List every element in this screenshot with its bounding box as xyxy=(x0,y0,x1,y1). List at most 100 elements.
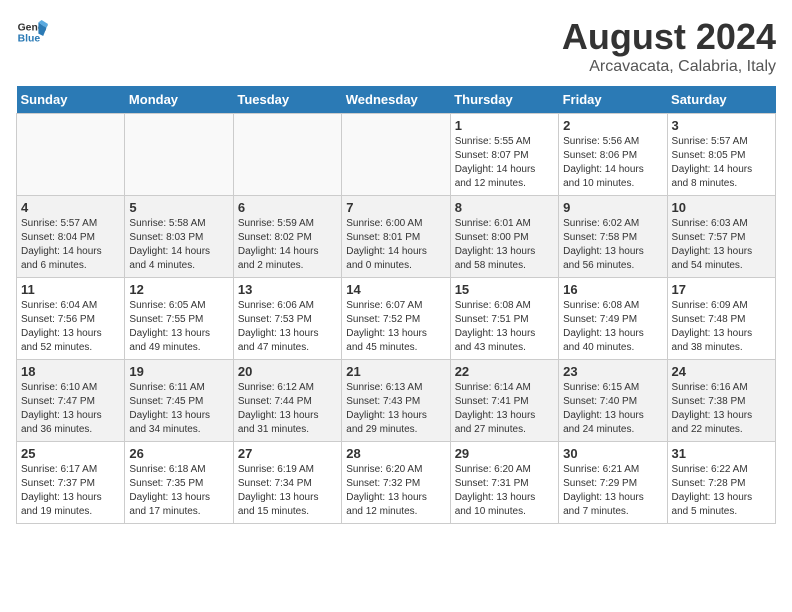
day-info: Sunrise: 6:21 AM Sunset: 7:29 PM Dayligh… xyxy=(563,463,662,519)
weekday-row: SundayMondayTuesdayWednesdayThursdayFrid… xyxy=(17,86,776,114)
day-info: Sunrise: 6:20 AM Sunset: 7:32 PM Dayligh… xyxy=(346,463,445,519)
day-info: Sunrise: 6:13 AM Sunset: 7:43 PM Dayligh… xyxy=(346,381,445,437)
logo: General Blue xyxy=(16,16,48,48)
calendar-cell: 5 Sunrise: 5:58 AM Sunset: 8:03 PM Daylig… xyxy=(125,196,233,278)
calendar-cell: 29Sunrise: 6:20 AM Sunset: 7:31 PM Dayli… xyxy=(450,442,558,524)
day-number: 11 xyxy=(21,282,120,297)
day-number: 20 xyxy=(238,364,337,379)
day-number: 7 xyxy=(346,200,445,215)
calendar-cell: 7Sunrise: 6:00 AM Sunset: 8:01 PM Daylig… xyxy=(342,196,450,278)
day-number: 24 xyxy=(672,364,771,379)
day-number: 10 xyxy=(672,200,771,215)
calendar-cell: 6 Sunrise: 5:59 AM Sunset: 8:02 PM Daylig… xyxy=(233,196,341,278)
day-number: 16 xyxy=(563,282,662,297)
day-number: 9 xyxy=(563,200,662,215)
calendar-cell: 22 Sunrise: 6:14 AM Sunset: 7:41 PM Dayli… xyxy=(450,360,558,442)
calendar-cell: 4 Sunrise: 5:57 AM Sunset: 8:04 PM Daylig… xyxy=(17,196,125,278)
day-number: 17 xyxy=(672,282,771,297)
day-number: 3 xyxy=(672,118,771,133)
day-number: 26 xyxy=(129,446,228,461)
day-number: 28 xyxy=(346,446,445,461)
day-info: Sunrise: 6:18 AM Sunset: 7:35 PM Dayligh… xyxy=(129,463,228,519)
weekday-header: Tuesday xyxy=(233,86,341,114)
day-number: 8 xyxy=(455,200,554,215)
calendar-cell: 24 Sunrise: 6:16 AM Sunset: 7:38 PM Dayli… xyxy=(667,360,775,442)
calendar-cell xyxy=(17,114,125,196)
calendar-cell: 1Sunrise: 5:55 AM Sunset: 8:07 PM Daylig… xyxy=(450,114,558,196)
calendar-week-row: 18Sunrise: 6:10 AM Sunset: 7:47 PM Dayli… xyxy=(17,360,776,442)
day-number: 29 xyxy=(455,446,554,461)
page-subtitle: Arcavacata, Calabria, Italy xyxy=(562,58,776,76)
day-number: 31 xyxy=(672,446,771,461)
calendar-cell: 20 Sunrise: 6:12 AM Sunset: 7:44 PM Dayli… xyxy=(233,360,341,442)
weekday-header: Saturday xyxy=(667,86,775,114)
weekday-header: Monday xyxy=(125,86,233,114)
calendar-cell: 2 Sunrise: 5:56 AM Sunset: 8:06 PM Daylig… xyxy=(559,114,667,196)
day-info: Sunrise: 6:05 AM Sunset: 7:55 PM Dayligh… xyxy=(129,299,228,355)
day-info: Sunrise: 6:02 AM Sunset: 7:58 PM Dayligh… xyxy=(563,217,662,273)
calendar-cell: 12 Sunrise: 6:05 AM Sunset: 7:55 PM Dayli… xyxy=(125,278,233,360)
day-info: Sunrise: 5:57 AM Sunset: 8:04 PM Dayligh… xyxy=(21,217,120,273)
weekday-header: Thursday xyxy=(450,86,558,114)
day-info: Sunrise: 5:59 AM Sunset: 8:02 PM Dayligh… xyxy=(238,217,337,273)
calendar-table: SundayMondayTuesdayWednesdayThursdayFrid… xyxy=(16,86,776,524)
day-number: 12 xyxy=(129,282,228,297)
day-info: Sunrise: 6:10 AM Sunset: 7:47 PM Dayligh… xyxy=(21,381,120,437)
day-info: Sunrise: 6:06 AM Sunset: 7:53 PM Dayligh… xyxy=(238,299,337,355)
day-info: Sunrise: 6:22 AM Sunset: 7:28 PM Dayligh… xyxy=(672,463,771,519)
calendar-cell xyxy=(342,114,450,196)
day-number: 30 xyxy=(563,446,662,461)
day-info: Sunrise: 6:11 AM Sunset: 7:45 PM Dayligh… xyxy=(129,381,228,437)
calendar-cell xyxy=(233,114,341,196)
calendar-cell: 13 Sunrise: 6:06 AM Sunset: 7:53 PM Dayli… xyxy=(233,278,341,360)
calendar-cell: 23 Sunrise: 6:15 AM Sunset: 7:40 PM Dayli… xyxy=(559,360,667,442)
calendar-cell: 19 Sunrise: 6:11 AM Sunset: 7:45 PM Dayli… xyxy=(125,360,233,442)
calendar-cell: 3Sunrise: 5:57 AM Sunset: 8:05 PM Daylig… xyxy=(667,114,775,196)
calendar-cell: 14Sunrise: 6:07 AM Sunset: 7:52 PM Dayli… xyxy=(342,278,450,360)
day-info: Sunrise: 6:14 AM Sunset: 7:41 PM Dayligh… xyxy=(455,381,554,437)
calendar-week-row: 25 Sunrise: 6:17 AM Sunset: 7:37 PM Dayli… xyxy=(17,442,776,524)
day-info: Sunrise: 6:19 AM Sunset: 7:34 PM Dayligh… xyxy=(238,463,337,519)
logo-icon: General Blue xyxy=(16,16,48,48)
day-info: Sunrise: 5:55 AM Sunset: 8:07 PM Dayligh… xyxy=(455,135,554,191)
day-info: Sunrise: 6:08 AM Sunset: 7:51 PM Dayligh… xyxy=(455,299,554,355)
day-number: 5 xyxy=(129,200,228,215)
day-number: 25 xyxy=(21,446,120,461)
day-info: Sunrise: 6:03 AM Sunset: 7:57 PM Dayligh… xyxy=(672,217,771,273)
day-number: 23 xyxy=(563,364,662,379)
day-info: Sunrise: 6:15 AM Sunset: 7:40 PM Dayligh… xyxy=(563,381,662,437)
weekday-header: Sunday xyxy=(17,86,125,114)
day-number: 2 xyxy=(563,118,662,133)
day-number: 4 xyxy=(21,200,120,215)
day-info: Sunrise: 5:58 AM Sunset: 8:03 PM Dayligh… xyxy=(129,217,228,273)
weekday-header: Wednesday xyxy=(342,86,450,114)
calendar-cell: 27 Sunrise: 6:19 AM Sunset: 7:34 PM Dayli… xyxy=(233,442,341,524)
day-info: Sunrise: 5:56 AM Sunset: 8:06 PM Dayligh… xyxy=(563,135,662,191)
day-number: 27 xyxy=(238,446,337,461)
day-number: 13 xyxy=(238,282,337,297)
title-block: August 2024 Arcavacata, Calabria, Italy xyxy=(562,16,776,76)
calendar-cell: 26 Sunrise: 6:18 AM Sunset: 7:35 PM Dayli… xyxy=(125,442,233,524)
svg-text:Blue: Blue xyxy=(18,34,41,45)
day-number: 22 xyxy=(455,364,554,379)
day-number: 15 xyxy=(455,282,554,297)
day-info: Sunrise: 6:12 AM Sunset: 7:44 PM Dayligh… xyxy=(238,381,337,437)
calendar-cell: 15 Sunrise: 6:08 AM Sunset: 7:51 PM Dayli… xyxy=(450,278,558,360)
calendar-cell: 30 Sunrise: 6:21 AM Sunset: 7:29 PM Dayli… xyxy=(559,442,667,524)
calendar-week-row: 1Sunrise: 5:55 AM Sunset: 8:07 PM Daylig… xyxy=(17,114,776,196)
day-info: Sunrise: 6:04 AM Sunset: 7:56 PM Dayligh… xyxy=(21,299,120,355)
day-number: 19 xyxy=(129,364,228,379)
page-header: General Blue August 2024 Arcavacata, Cal… xyxy=(16,16,776,76)
page-title: August 2024 xyxy=(562,16,776,58)
day-info: Sunrise: 6:17 AM Sunset: 7:37 PM Dayligh… xyxy=(21,463,120,519)
day-number: 6 xyxy=(238,200,337,215)
day-info: Sunrise: 6:09 AM Sunset: 7:48 PM Dayligh… xyxy=(672,299,771,355)
day-info: Sunrise: 6:16 AM Sunset: 7:38 PM Dayligh… xyxy=(672,381,771,437)
calendar-cell: 28 Sunrise: 6:20 AM Sunset: 7:32 PM Dayli… xyxy=(342,442,450,524)
day-info: Sunrise: 6:08 AM Sunset: 7:49 PM Dayligh… xyxy=(563,299,662,355)
calendar-cell: 8Sunrise: 6:01 AM Sunset: 8:00 PM Daylig… xyxy=(450,196,558,278)
calendar-cell: 9 Sunrise: 6:02 AM Sunset: 7:58 PM Daylig… xyxy=(559,196,667,278)
calendar-cell: 21Sunrise: 6:13 AM Sunset: 7:43 PM Dayli… xyxy=(342,360,450,442)
calendar-cell: 17 Sunrise: 6:09 AM Sunset: 7:48 PM Dayli… xyxy=(667,278,775,360)
calendar-week-row: 11 Sunrise: 6:04 AM Sunset: 7:56 PM Dayli… xyxy=(17,278,776,360)
